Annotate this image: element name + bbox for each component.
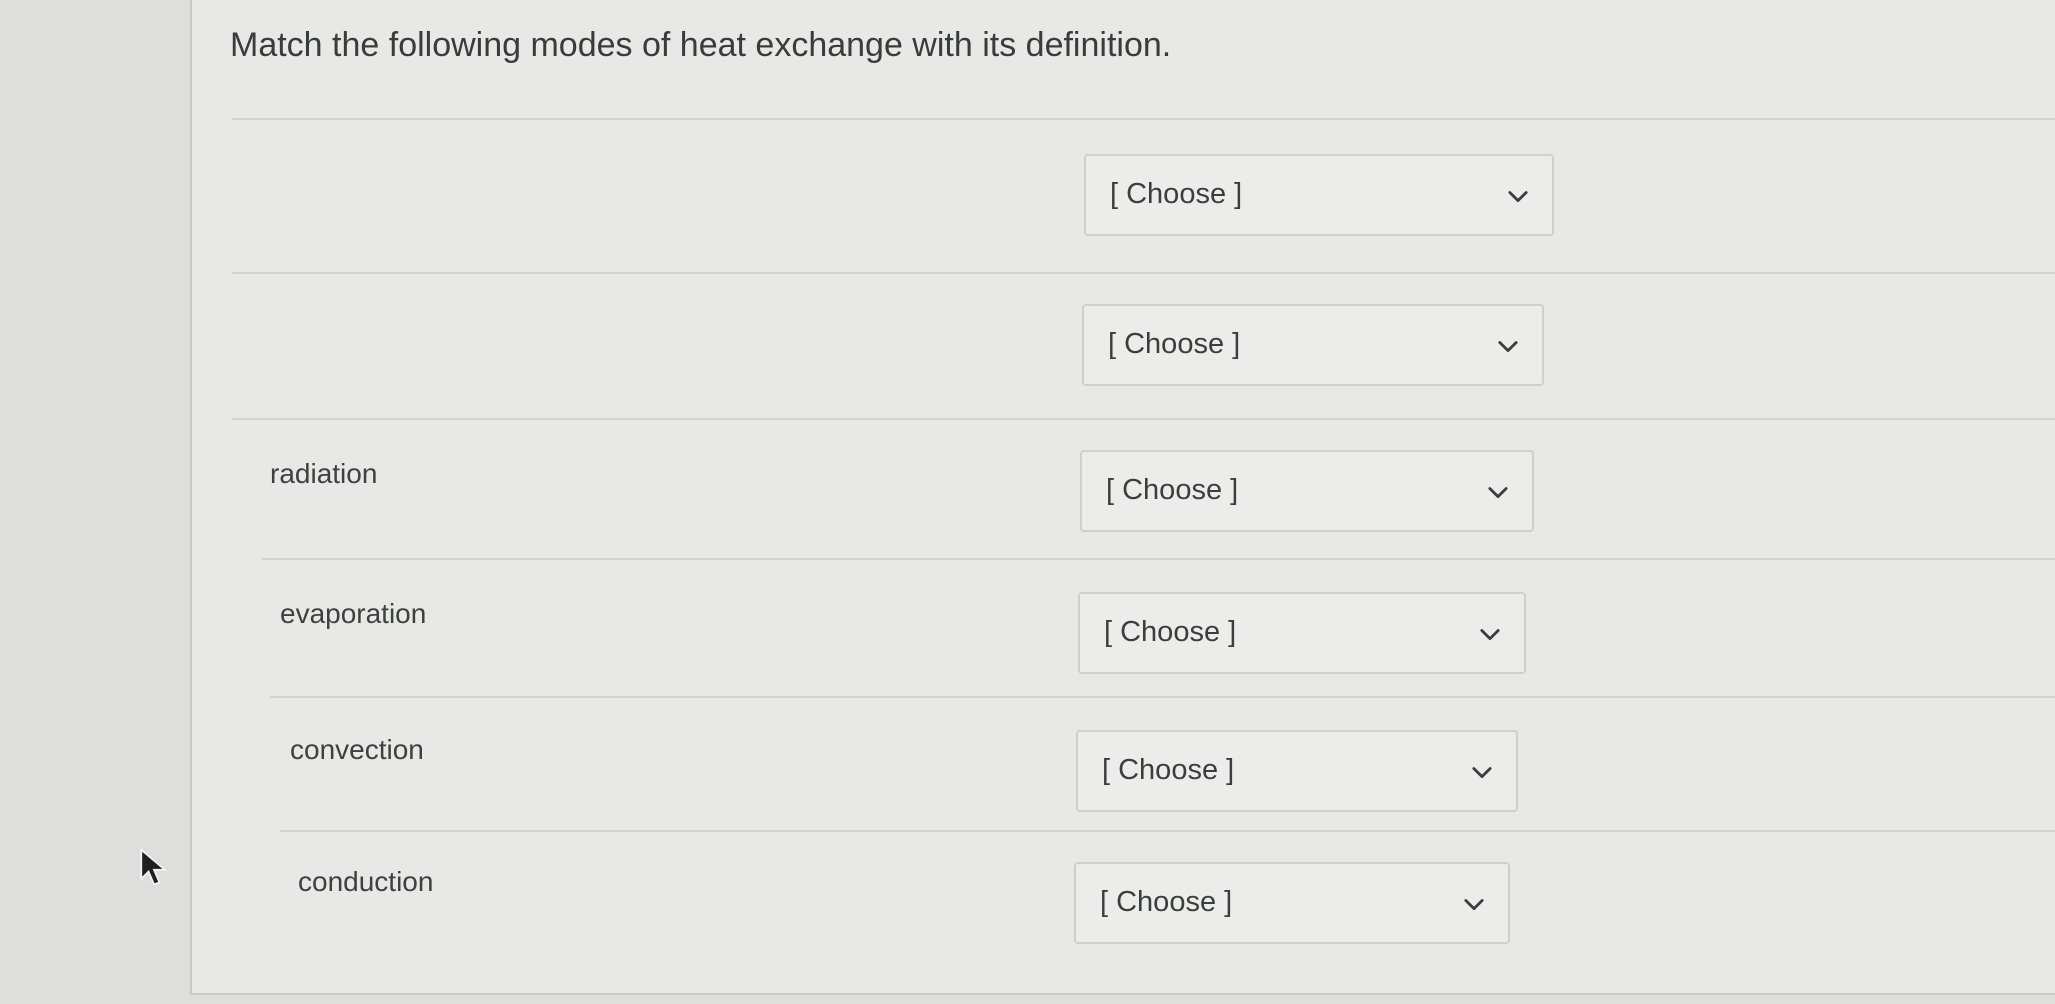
match-row: conduction [ Choose ]	[192, 830, 2055, 970]
question-title: Match the following modes of heat exchan…	[230, 26, 1172, 64]
answer-dropdown[interactable]: [ Choose ]	[1080, 450, 1534, 532]
chevron-down-icon	[1508, 191, 1528, 203]
dropdown-value: [ Choose ]	[1110, 178, 1243, 210]
dropdown-value: [ Choose ]	[1102, 754, 1235, 786]
chevron-down-icon	[1488, 487, 1508, 499]
match-row: [ Choose ]	[192, 272, 2055, 418]
match-row: evaporation [ Choose ]	[192, 558, 2055, 696]
match-row: [ Choose ]	[192, 118, 2055, 272]
prompt-label: radiation	[270, 458, 378, 489]
dropdown-value: [ Choose ]	[1100, 886, 1233, 918]
mouse-pointer-icon	[140, 848, 168, 886]
dropdown-value: [ Choose ]	[1104, 616, 1237, 648]
answer-dropdown[interactable]: [ Choose ]	[1082, 304, 1544, 386]
chevron-down-icon	[1498, 341, 1518, 353]
prompt-label: conduction	[298, 866, 434, 897]
answer-dropdown[interactable]: [ Choose ]	[1078, 592, 1526, 674]
dropdown-value: [ Choose ]	[1108, 328, 1241, 360]
chevron-down-icon	[1480, 629, 1500, 641]
prompt-label: evaporation	[280, 598, 427, 629]
match-row: convection [ Choose ]	[192, 696, 2055, 830]
match-row: radiation [ Choose ]	[192, 418, 2055, 558]
prompt-label: convection	[290, 734, 424, 765]
chevron-down-icon	[1472, 767, 1492, 779]
question-card: Match the following modes of heat exchan…	[190, 0, 2055, 995]
dropdown-value: [ Choose ]	[1106, 474, 1239, 506]
answer-dropdown[interactable]: [ Choose ]	[1084, 154, 1554, 236]
answer-dropdown[interactable]: [ Choose ]	[1076, 730, 1518, 812]
chevron-down-icon	[1464, 899, 1484, 911]
answer-dropdown[interactable]: [ Choose ]	[1074, 862, 1510, 944]
